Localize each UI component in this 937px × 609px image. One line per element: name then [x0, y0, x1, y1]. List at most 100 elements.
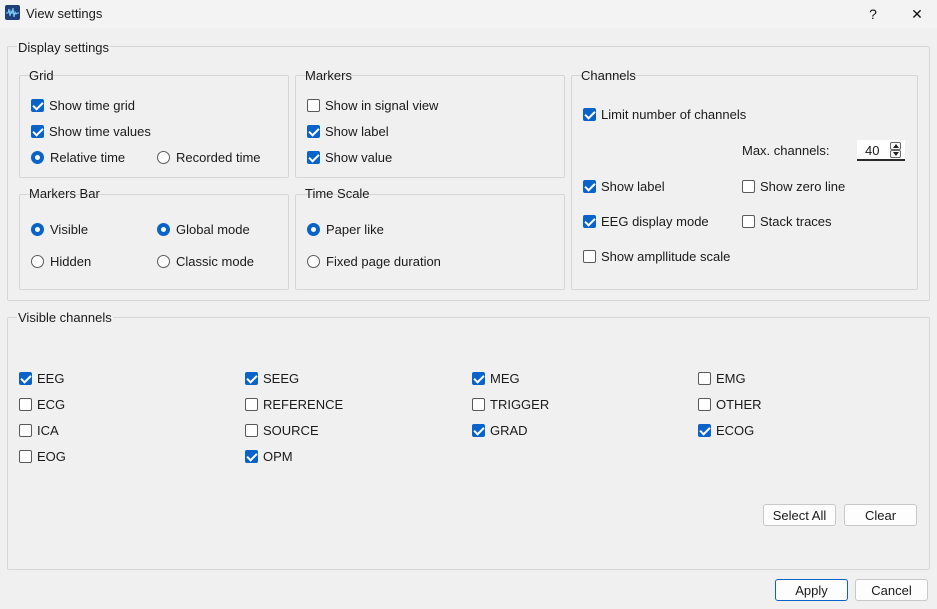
channel-checkbox-grad[interactable]: GRAD [472, 422, 528, 438]
checkbox-label: Stack traces [760, 213, 832, 229]
checkbox-box[interactable] [307, 98, 320, 112]
channels-show-label-checkbox[interactable]: Show label [583, 178, 665, 194]
checkbox-box[interactable] [472, 423, 485, 437]
channel-checkbox-eeg[interactable]: EEG [19, 370, 64, 386]
checkbox-box[interactable] [583, 249, 596, 263]
checkbox-box[interactable] [583, 107, 596, 121]
checkbox-label: Show value [325, 149, 393, 165]
channel-checkbox-emg[interactable]: EMG [698, 370, 746, 386]
help-button[interactable]: ? [853, 0, 893, 28]
title-bar: View settings ? ✕ [0, 0, 937, 28]
radio-circle[interactable] [307, 222, 320, 236]
radio-label: Visible [50, 221, 89, 237]
checkbox-label: EEG [37, 370, 65, 386]
display-settings-title: Display settings [17, 40, 111, 55]
radio-circle[interactable] [307, 254, 320, 268]
radio-label: Paper like [326, 221, 384, 237]
spin-up-icon[interactable] [890, 142, 901, 150]
channel-checkbox-reference[interactable]: REFERENCE [245, 396, 343, 412]
eeg-display-mode-checkbox[interactable]: EEG display mode [583, 213, 709, 229]
radio-circle[interactable] [31, 150, 44, 164]
checkbox-label: ECOG [716, 422, 755, 438]
channels-title: Channels [581, 68, 636, 83]
checkbox-box[interactable] [19, 449, 32, 463]
show-in-signal-view-checkbox[interactable]: Show in signal view [307, 97, 438, 113]
radio-label: Fixed page duration [326, 253, 441, 269]
checkbox-label: Show label [325, 123, 389, 139]
checkbox-box[interactable] [307, 150, 320, 164]
checkbox-box[interactable] [19, 371, 32, 385]
checkbox-box[interactable] [245, 371, 258, 385]
checkbox-box[interactable] [742, 214, 755, 228]
markers-bar-group [19, 194, 289, 290]
window-title: View settings [26, 6, 103, 21]
checkbox-box[interactable] [698, 397, 711, 411]
checkbox-box[interactable] [245, 397, 258, 411]
checkbox-label: OTHER [716, 396, 762, 412]
time-scale-title: Time Scale [305, 186, 370, 201]
radio-circle[interactable] [31, 222, 44, 236]
markers-show-label-checkbox[interactable]: Show label [307, 123, 389, 139]
channel-checkbox-other[interactable]: OTHER [698, 396, 762, 412]
channel-checkbox-opm[interactable]: OPM [245, 448, 293, 464]
show-time-values-checkbox[interactable]: Show time values [31, 123, 151, 139]
show-zero-line-checkbox[interactable]: Show zero line [742, 178, 845, 194]
checkbox-label: SOURCE [263, 422, 319, 438]
show-amplitude-scale-checkbox[interactable]: Show ampllitude scale [583, 248, 730, 264]
channel-checkbox-source[interactable]: SOURCE [245, 422, 319, 438]
checkbox-box[interactable] [583, 214, 596, 228]
radio-circle[interactable] [157, 254, 170, 268]
classic-mode-radio[interactable]: Classic mode [157, 253, 254, 269]
checkbox-label: GRAD [490, 422, 528, 438]
radio-label: Recorded time [176, 149, 261, 165]
close-button[interactable]: ✕ [897, 0, 937, 28]
markers-show-value-checkbox[interactable]: Show value [307, 149, 392, 165]
radio-circle[interactable] [31, 254, 44, 268]
paper-like-radio[interactable]: Paper like [307, 221, 384, 237]
checkbox-box[interactable] [698, 423, 711, 437]
channel-checkbox-meg[interactable]: MEG [472, 370, 520, 386]
radio-circle[interactable] [157, 222, 170, 236]
stack-traces-checkbox[interactable]: Stack traces [742, 213, 832, 229]
checkbox-box[interactable] [472, 397, 485, 411]
markers-bar-visible-radio[interactable]: Visible [31, 221, 88, 237]
spin-down-icon[interactable] [890, 150, 901, 158]
checkbox-label: EEG display mode [601, 213, 709, 229]
select-all-button[interactable]: Select All [763, 504, 836, 526]
max-channels-label: Max. channels: [742, 142, 830, 158]
channel-checkbox-eog[interactable]: EOG [19, 448, 66, 464]
checkbox-box[interactable] [245, 449, 258, 463]
checkbox-label: Limit number of channels [601, 106, 747, 122]
channel-checkbox-ica[interactable]: ICA [19, 422, 59, 438]
channel-checkbox-ecog[interactable]: ECOG [698, 422, 754, 438]
checkbox-box[interactable] [245, 423, 258, 437]
checkbox-box[interactable] [583, 179, 596, 193]
checkbox-box[interactable] [19, 397, 32, 411]
fixed-page-duration-radio[interactable]: Fixed page duration [307, 253, 441, 269]
checkbox-box[interactable] [31, 124, 44, 138]
checkbox-box[interactable] [698, 371, 711, 385]
checkbox-box[interactable] [19, 423, 32, 437]
markers-bar-hidden-radio[interactable]: Hidden [31, 253, 91, 269]
apply-button[interactable]: Apply [775, 579, 848, 601]
checkbox-box[interactable] [742, 179, 755, 193]
grid-title: Grid [29, 68, 54, 83]
checkbox-box[interactable] [31, 98, 44, 112]
channel-checkbox-trigger[interactable]: TRIGGER [472, 396, 549, 412]
radio-circle[interactable] [157, 150, 170, 164]
time-scale-group [295, 194, 565, 290]
cancel-button[interactable]: Cancel [855, 579, 928, 601]
clear-button[interactable]: Clear [844, 504, 917, 526]
show-time-grid-checkbox[interactable]: Show time grid [31, 97, 135, 113]
channel-checkbox-seeg[interactable]: SEEG [245, 370, 299, 386]
visible-channels-group [7, 317, 930, 570]
checkbox-label: ECG [37, 396, 66, 412]
limit-number-of-channels-checkbox[interactable]: Limit number of channels [583, 106, 746, 122]
relative-time-radio[interactable]: Relative time [31, 149, 125, 165]
global-mode-radio[interactable]: Global mode [157, 221, 250, 237]
channel-checkbox-ecg[interactable]: ECG [19, 396, 65, 412]
checkbox-box[interactable] [472, 371, 485, 385]
checkbox-box[interactable] [307, 124, 320, 138]
max-channels-spinbox[interactable]: 40 [857, 140, 905, 161]
recorded-time-radio[interactable]: Recorded time [157, 149, 261, 165]
